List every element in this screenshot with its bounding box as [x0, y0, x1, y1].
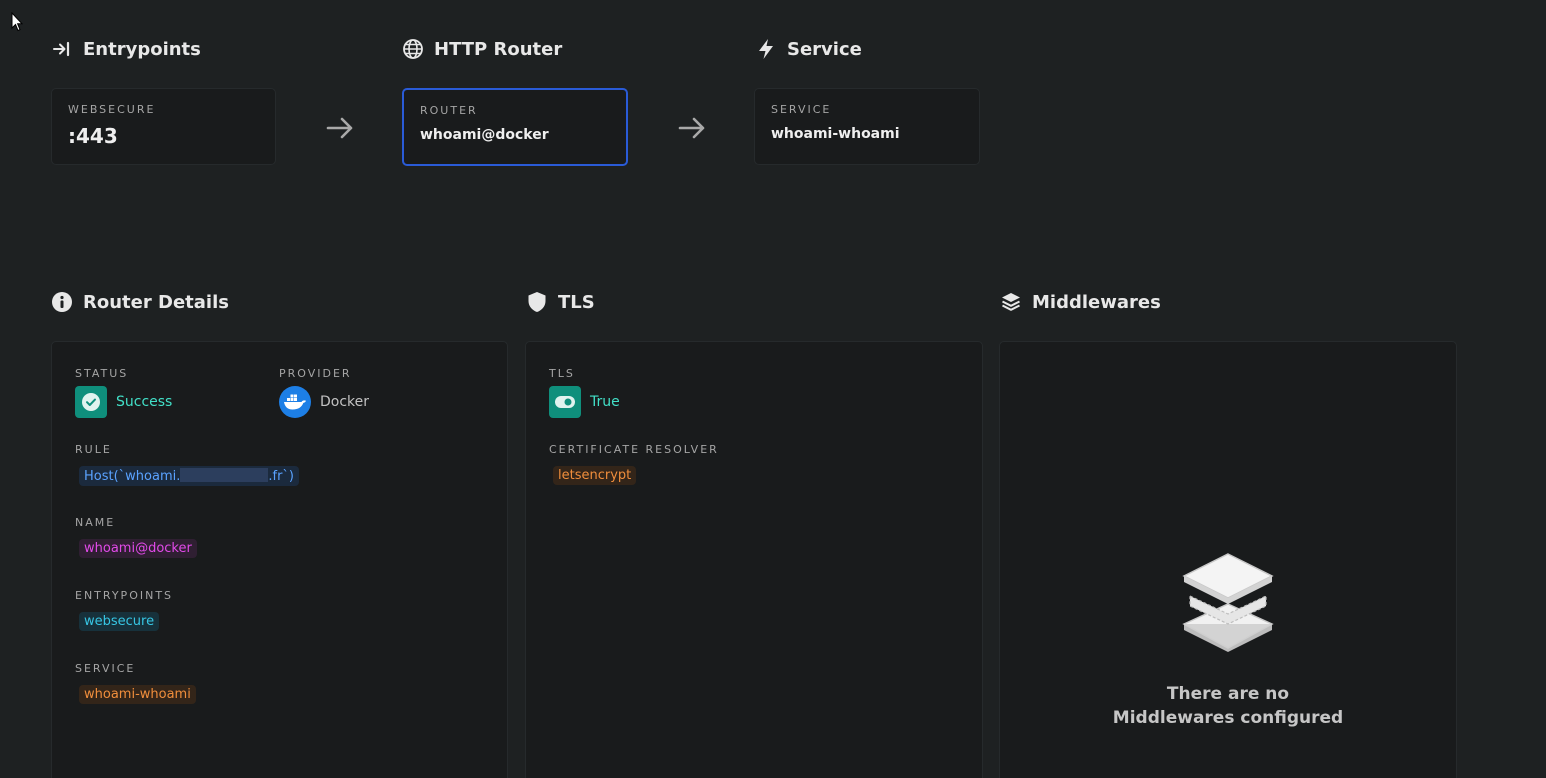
provider-label: PROVIDER: [279, 367, 352, 380]
provider-text: Docker: [320, 394, 370, 410]
middlewares-section-title: Middlewares: [1000, 290, 1161, 314]
tls-enabled-badge: [549, 386, 581, 418]
service-chip[interactable]: whoami-whoami: [79, 685, 196, 704]
name-chip: whoami@docker: [79, 539, 197, 558]
provider-value: Docker: [279, 386, 369, 418]
router-details-section-title: Router Details: [51, 290, 229, 314]
rule-suffix-text: .fr`): [268, 469, 295, 484]
router-detail-page: Entrypoints HTTP Router Service WEBSECUR…: [0, 0, 1546, 778]
empty-layers-illustration-icon: [1182, 553, 1274, 652]
shield-icon: [526, 291, 548, 313]
service-card[interactable]: SERVICE whoami-whoami: [754, 88, 980, 165]
certificate-resolver-chip: letsencrypt: [553, 466, 637, 485]
tls-section-title: TLS: [526, 290, 595, 314]
router-card-label: ROUTER: [420, 104, 478, 117]
status-success-badge: [75, 386, 107, 418]
arrow-right-icon: [326, 117, 353, 139]
layers-icon: [1000, 291, 1022, 313]
entrypoint-card-label: WEBSECURE: [68, 103, 156, 116]
entrypoints-label: ENTRYPOINTS: [75, 589, 174, 602]
status-label: STATUS: [75, 367, 129, 380]
service-title-text: Service: [787, 38, 862, 60]
router-card[interactable]: ROUTER whoami@docker: [402, 88, 628, 166]
certificate-resolver-label: CERTIFICATE RESOLVER: [549, 443, 719, 456]
rule-prefix-text: Host(`whoami.: [84, 469, 181, 484]
toggle-on-icon: [555, 396, 575, 408]
arrow-right-icon: [678, 117, 705, 139]
redacted-domain: [180, 468, 269, 482]
globe-icon: [402, 38, 424, 60]
entrypoint-chip[interactable]: websecure: [79, 612, 160, 631]
service-label: SERVICE: [75, 662, 136, 675]
router-card-value: whoami@docker: [420, 127, 549, 143]
status-text: Success: [116, 394, 173, 410]
status-value: Success: [75, 386, 172, 418]
rule-chip: Host(`whoami. .fr`): [79, 466, 300, 486]
entrypoint-card[interactable]: WEBSECURE :443: [51, 88, 276, 165]
mouse-cursor-icon: [11, 12, 23, 32]
router-details-title-text: Router Details: [83, 291, 229, 313]
rule-label: RULE: [75, 443, 112, 456]
tls-label: TLS: [549, 367, 575, 380]
empty-message-line2: Middlewares configured: [1112, 708, 1344, 728]
middlewares-empty-message: There are no Middlewares configured: [1000, 682, 1456, 730]
entrypoints-section-title: Entrypoints: [51, 37, 201, 61]
entrypoint-card-value: :443: [68, 124, 118, 148]
http-router-title-text: HTTP Router: [434, 38, 563, 60]
docker-icon: [279, 386, 311, 418]
tls-title-text: TLS: [558, 291, 595, 313]
entrypoints-title-text: Entrypoints: [83, 38, 201, 60]
tls-text: True: [590, 394, 620, 410]
tls-value: True: [549, 386, 620, 418]
service-section-title: Service: [755, 37, 862, 61]
lightning-bolt-icon: [755, 38, 777, 60]
check-circle-icon: [82, 393, 100, 411]
empty-message-line1: There are no: [1166, 684, 1290, 704]
service-card-value: whoami-whoami: [771, 126, 900, 142]
info-icon: [51, 291, 73, 313]
http-router-section-title: HTTP Router: [402, 37, 562, 61]
name-label: NAME: [75, 516, 116, 529]
sign-in-icon: [51, 38, 73, 60]
middlewares-title-text: Middlewares: [1032, 291, 1161, 313]
service-card-label: SERVICE: [771, 103, 832, 116]
